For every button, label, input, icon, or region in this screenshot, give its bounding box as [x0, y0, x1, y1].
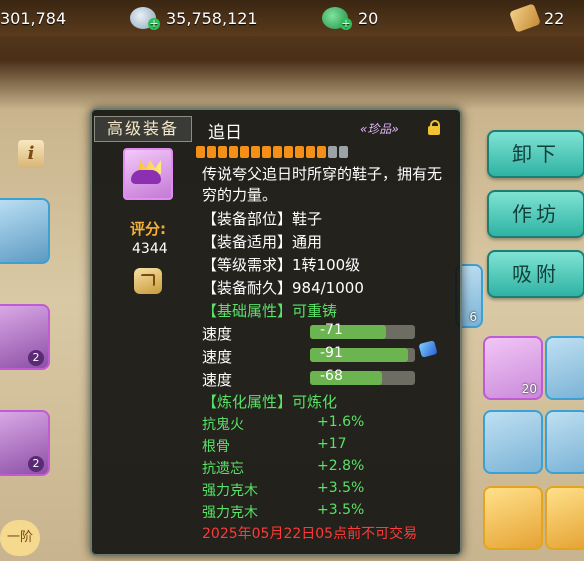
refine-stat-row: 抗鬼火 +1.6%	[202, 414, 364, 434]
refine-stat-name: 强力克木	[202, 505, 258, 521]
add-silver-icon[interactable]: +	[148, 18, 160, 30]
inventory-slot[interactable]	[545, 336, 584, 400]
silver-partial: 301,784	[0, 6, 66, 30]
inventory-slot[interactable]	[483, 486, 543, 550]
silver-balance[interactable]: + 35,758,121	[130, 6, 258, 30]
left-slot-3[interactable]: 2	[0, 410, 50, 476]
lock-icon[interactable]	[428, 120, 440, 135]
refine-stat-row: 强力克木 +3.5%	[202, 502, 364, 522]
slot-count: 6	[469, 310, 477, 324]
rarity-text: 珍品	[367, 122, 392, 136]
inventory-slot[interactable]	[545, 410, 584, 474]
jade-value: 20	[358, 8, 379, 28]
add-jade-icon[interactable]: +	[340, 18, 352, 30]
silver-partial-value: 301,784	[0, 8, 67, 28]
refine-stat-row: 强力克木 +3.5%	[202, 480, 364, 500]
ticket-icon	[509, 3, 541, 33]
durability-pip	[328, 146, 337, 158]
refine-stat-row: 根骨 +17	[202, 436, 347, 456]
refine-stat-name: 抗鬼火	[202, 417, 244, 433]
absorb-button[interactable]: 吸附	[487, 250, 584, 298]
left-slot-2[interactable]: 2	[0, 304, 50, 370]
base-stat-row: 速度 -91	[202, 345, 442, 366]
durability-pip	[229, 146, 238, 158]
durability-pip	[273, 146, 282, 158]
base-attr-header: 【基础属性】可重铸	[202, 302, 338, 320]
ticket-value: 22	[544, 8, 565, 28]
slot-count: 2	[28, 350, 44, 366]
silver-value: 35,758,121	[166, 8, 258, 28]
jade-balance[interactable]: + 20	[322, 6, 378, 30]
durability-pip	[218, 146, 227, 158]
slot-count: 2	[28, 456, 44, 472]
durability-pip	[207, 146, 216, 158]
refine-stat-name: 强力克木	[202, 483, 258, 499]
durability-pip	[295, 146, 304, 158]
unequip-button[interactable]: 卸下	[487, 130, 584, 178]
durability-pip	[317, 146, 326, 158]
refine-stat-name: 抗遗忘	[202, 461, 244, 477]
durability-bar	[196, 146, 348, 158]
durability-pip	[240, 146, 249, 158]
rarity-label: «珍品»	[360, 122, 399, 136]
stage-badge: 一阶	[0, 520, 40, 556]
stat-name: 速度	[202, 371, 233, 389]
inventory-slot[interactable]	[483, 410, 543, 474]
refine-stat-value: +17	[317, 436, 347, 452]
item-icon-frame	[123, 148, 173, 200]
durability-text: 【装备耐久】984/1000	[202, 279, 364, 297]
workshop-button[interactable]: 作坊	[487, 190, 584, 238]
shoes-icon	[131, 160, 165, 188]
inventory-slot[interactable]: 20	[483, 336, 543, 400]
refine-stat-value: +3.5%	[317, 502, 365, 518]
stat-value: -71	[320, 322, 343, 338]
base-stat-row: 速度 -71	[202, 322, 442, 343]
durability-pip	[306, 146, 315, 158]
refine-stat-value: +3.5%	[317, 480, 365, 496]
stat-name: 速度	[202, 348, 233, 366]
stat-value: -91	[320, 345, 343, 361]
grade-tag: 高级装备	[94, 116, 192, 142]
score-value: 4344	[132, 241, 168, 257]
equip-slot: 【装备部位】鞋子	[202, 210, 323, 228]
level-requirement: 【等级需求】1转100级	[202, 256, 361, 274]
currency-bar: 301,784 + 35,758,121 + 20 22	[0, 0, 584, 36]
inventory-slot[interactable]	[545, 486, 584, 550]
durability-pip	[251, 146, 260, 158]
refine-stat-name: 根骨	[202, 439, 230, 455]
item-tooltip: 高级装备 追日 «珍品» 评分: 4344 传说夸父追日时所穿的鞋子，拥有无穷的…	[90, 108, 462, 556]
item-description: 传说夸父追日时所穿的鞋子，拥有无穷的力量。	[202, 165, 443, 204]
left-slot-1[interactable]	[0, 198, 50, 264]
durability-pip	[196, 146, 205, 158]
info-button[interactable]: i	[18, 140, 44, 168]
forge-icon[interactable]	[134, 268, 162, 294]
refine-stat-row: 抗遗忘 +2.8%	[202, 458, 364, 478]
stat-value: -68	[320, 368, 343, 384]
slot-count: 20	[521, 382, 537, 396]
ticket-balance[interactable]: 22	[509, 3, 565, 33]
durability-pip	[262, 146, 271, 158]
durability-pip	[284, 146, 293, 158]
trade-restriction-note: 2025年05月22日05点前不可交易	[202, 526, 418, 542]
equip-suitable: 【装备适用】通用	[202, 233, 323, 251]
refine-attr-header: 【炼化属性】可炼化	[202, 393, 338, 411]
refine-stat-value: +1.6%	[317, 414, 365, 430]
durability-pip	[339, 146, 348, 158]
score-label: 评分:	[130, 220, 166, 238]
item-name: 追日	[208, 123, 242, 143]
base-stat-row: 速度 -68	[202, 368, 442, 389]
refine-stat-value: +2.8%	[317, 458, 365, 474]
stat-name: 速度	[202, 325, 233, 343]
